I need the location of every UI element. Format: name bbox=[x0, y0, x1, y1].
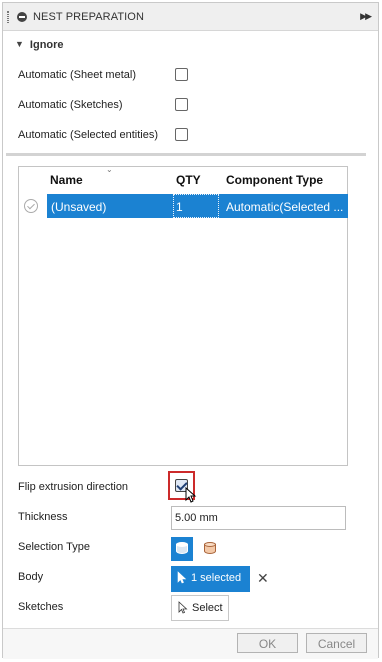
sketches-select-button[interactable]: Select bbox=[171, 595, 229, 621]
thickness-input[interactable]: 5.00 mm bbox=[171, 506, 346, 530]
ok-button[interactable]: OK bbox=[237, 633, 298, 653]
thickness-label: Thickness bbox=[18, 511, 68, 523]
pointer-arrow-icon bbox=[178, 601, 188, 614]
clear-selection-icon[interactable]: ✕ bbox=[257, 570, 269, 587]
ignore-selected-entities-label: Automatic (Selected entities) bbox=[18, 129, 159, 141]
row-status-check-icon bbox=[24, 199, 38, 213]
ignore-group-header[interactable]: ▼ Ignore bbox=[15, 39, 64, 55]
sort-caret-icon[interactable]: ⌄ bbox=[106, 165, 113, 174]
cylinder-body-icon bbox=[176, 542, 188, 556]
double-chevron-right-icon[interactable]: ▶▶ bbox=[360, 11, 372, 22]
caret-down-icon[interactable]: ▼ bbox=[15, 39, 24, 49]
nest-preparation-panel: NEST PREPARATION ▶▶ ▼ Ignore Automatic (S… bbox=[2, 2, 379, 659]
row-component-type-cell: Automatic(Selected ... bbox=[226, 200, 344, 214]
section-divider bbox=[6, 153, 366, 156]
column-header-name[interactable]: Name bbox=[50, 173, 83, 187]
sketches-select-button-label: Select bbox=[192, 602, 223, 614]
selection-type-label: Selection Type bbox=[18, 541, 90, 553]
ignore-sheet-metal-checkbox[interactable] bbox=[175, 68, 188, 81]
ignore-sketches-label: Automatic (Sketches) bbox=[18, 99, 123, 111]
table-row[interactable]: (Unsaved) 1 Automatic(Selected ... bbox=[47, 194, 348, 218]
row-name-cell: (Unsaved) bbox=[51, 200, 107, 214]
row-qty-cell[interactable]: 1 bbox=[173, 194, 219, 218]
minus-circle-icon[interactable] bbox=[17, 12, 27, 22]
ignore-group-title: Ignore bbox=[29, 39, 64, 51]
ignore-sheet-metal-label: Automatic (Sheet metal) bbox=[18, 69, 136, 81]
mouse-cursor-icon bbox=[185, 487, 197, 503]
sketch-selection-type-button[interactable] bbox=[199, 537, 221, 561]
cancel-button[interactable]: Cancel bbox=[306, 633, 367, 653]
component-table: Name ⌄ QTY Component Type (Unsaved) 1 Au… bbox=[18, 165, 348, 466]
drag-grip-icon[interactable] bbox=[7, 11, 9, 23]
sketches-label: Sketches bbox=[18, 601, 64, 613]
flip-extrusion-label: Flip extrusion direction bbox=[18, 481, 129, 493]
column-header-component-type[interactable]: Component Type bbox=[226, 173, 323, 187]
body-label: Body bbox=[18, 571, 44, 583]
cylinder-sketch-icon bbox=[204, 542, 216, 556]
panel-titlebar: NEST PREPARATION ▶▶ bbox=[3, 3, 378, 31]
body-select-button-label: 1 selected bbox=[191, 572, 242, 584]
pointer-arrow-icon bbox=[177, 571, 187, 584]
body-select-button[interactable]: 1 selected bbox=[171, 566, 250, 592]
body-selection-type-button[interactable] bbox=[171, 537, 193, 561]
ignore-sketches-checkbox[interactable] bbox=[175, 98, 188, 111]
panel-title: NEST PREPARATION bbox=[33, 11, 145, 23]
ignore-selected-entities-checkbox[interactable] bbox=[175, 128, 188, 141]
column-header-qty[interactable]: QTY bbox=[176, 173, 201, 187]
